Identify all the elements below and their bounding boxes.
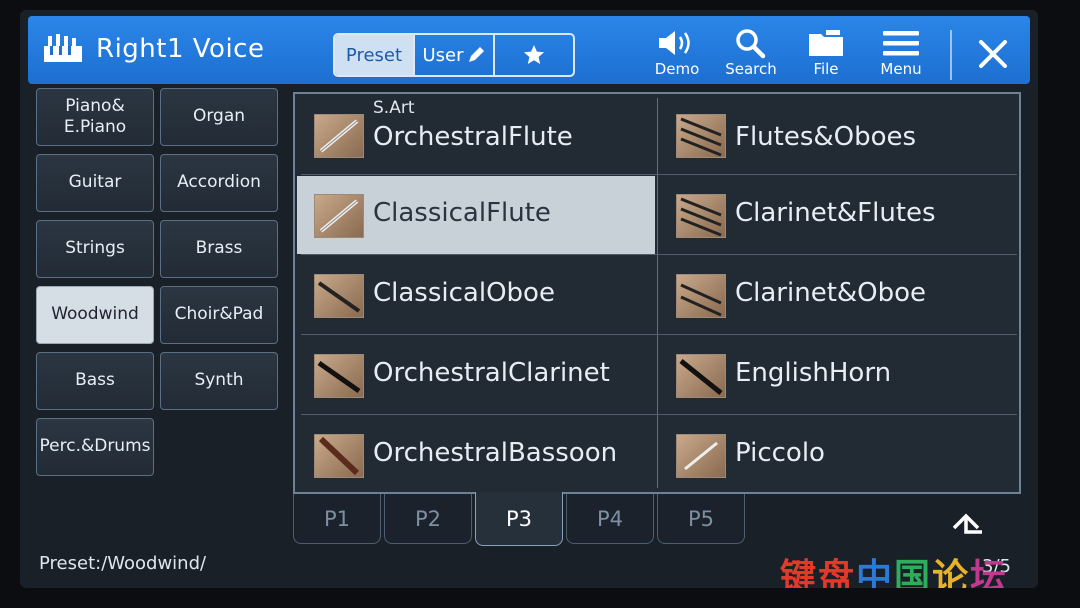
- category-strings[interactable]: Strings: [36, 220, 154, 278]
- file-label: File: [813, 60, 839, 78]
- clarinet-icon: [314, 354, 364, 398]
- category-bass[interactable]: Bass: [36, 352, 154, 410]
- folder-icon: [809, 30, 843, 56]
- voice-item-english-horn[interactable]: EnglishHorn: [659, 336, 1019, 414]
- english-horn-icon: [676, 354, 726, 398]
- watermark-char: 键: [780, 557, 819, 588]
- voice-name: Clarinet&Oboe: [735, 278, 927, 308]
- category-accordion[interactable]: Accordion: [160, 154, 278, 212]
- voice-source-tabs: Preset User: [333, 33, 575, 77]
- demo-button[interactable]: Demo: [642, 26, 712, 84]
- file-button[interactable]: File: [791, 26, 861, 84]
- keyboard-icon: [44, 34, 82, 62]
- row-divider: [301, 414, 1017, 415]
- category-synth[interactable]: Synth: [160, 352, 278, 410]
- voice-item-classical-oboe[interactable]: ClassicalOboe: [297, 256, 655, 334]
- pencil-icon: [468, 47, 484, 62]
- row-divider: [301, 254, 1017, 255]
- tab-preset[interactable]: Preset: [335, 35, 415, 75]
- bassoon-icon: [314, 434, 364, 478]
- voice-item-flutes-oboes[interactable]: Flutes&Oboes: [659, 96, 1019, 174]
- voice-item-orchestral-clarinet[interactable]: OrchestralClarinet: [297, 336, 655, 414]
- page-tab-p5[interactable]: P5: [657, 494, 745, 544]
- tab-user-label: User: [422, 44, 464, 66]
- search-icon: [736, 29, 766, 59]
- close-icon: [979, 40, 1007, 68]
- header-divider: [950, 30, 952, 80]
- page-tabs: P1 P2 P3 P4 P5: [293, 492, 753, 546]
- voice-name: ClassicalOboe: [373, 278, 555, 308]
- voice-item-clarinet-flutes[interactable]: Clarinet&Flutes: [659, 176, 1019, 254]
- demo-label: Demo: [654, 60, 700, 78]
- menu-icon: [883, 31, 919, 56]
- voice-name: OrchestralFlute: [373, 122, 573, 152]
- up-arrow-icon[interactable]: [948, 510, 988, 540]
- oboe-icon: [314, 274, 364, 318]
- woodwinds-icon: [676, 114, 726, 158]
- menu-label: Menu: [880, 60, 922, 78]
- watermark-char: 论: [932, 557, 971, 588]
- column-divider: [657, 98, 658, 488]
- voice-name: EnglishHorn: [735, 358, 892, 388]
- voice-tag: S.Art: [373, 98, 415, 118]
- voice-item-orchestral-flute[interactable]: S.Art OrchestralFlute: [297, 96, 655, 174]
- voice-name: Piccolo: [735, 438, 825, 468]
- flute-icon: [314, 114, 364, 158]
- watermark-char: 坛: [970, 557, 1009, 588]
- tab-user[interactable]: User: [415, 35, 495, 75]
- voice-name: Clarinet&Flutes: [735, 198, 936, 228]
- close-button[interactable]: [968, 32, 1018, 76]
- piccolo-icon: [676, 434, 726, 478]
- search-button[interactable]: Search: [716, 26, 786, 84]
- page-tab-p2[interactable]: P2: [384, 494, 472, 544]
- tab-favorite[interactable]: [495, 35, 573, 75]
- page-title: Right1 Voice: [96, 34, 265, 64]
- voice-name: Flutes&Oboes: [735, 122, 917, 152]
- category-brass[interactable]: Brass: [160, 220, 278, 278]
- watermark-char: 盘: [818, 557, 857, 588]
- voice-list: S.Art OrchestralFlute Flutes&Oboes Class…: [293, 92, 1021, 494]
- category-choir-pad[interactable]: Choir&Pad: [160, 286, 278, 344]
- category-organ[interactable]: Organ: [160, 88, 278, 146]
- voice-name: ClassicalFlute: [373, 198, 551, 228]
- voice-item-orchestral-bassoon[interactable]: OrchestralBassoon: [297, 416, 655, 494]
- voice-name: OrchestralClarinet: [373, 358, 610, 388]
- woodwinds-icon: [676, 274, 726, 318]
- category-woodwind[interactable]: Woodwind: [36, 286, 154, 344]
- star-icon: [524, 45, 544, 64]
- woodwinds-icon: [676, 194, 726, 238]
- watermark-char: 国: [894, 557, 933, 588]
- menu-button[interactable]: Menu: [866, 26, 936, 84]
- voice-screen: Right1 Voice Preset User Demo Search Fil…: [20, 10, 1038, 588]
- category-piano[interactable]: Piano& E.Piano: [36, 88, 154, 146]
- status-path: Preset:/Woodwind/: [39, 553, 207, 574]
- voice-item-classical-flute[interactable]: ClassicalFlute: [297, 176, 655, 254]
- voice-item-piccolo[interactable]: Piccolo: [659, 416, 1019, 494]
- row-divider: [301, 174, 1017, 175]
- voice-name: OrchestralBassoon: [373, 438, 618, 468]
- flute-icon: [314, 194, 364, 238]
- watermark-char: 中: [856, 557, 895, 588]
- header-bar: Right1 Voice Preset User Demo Search Fil…: [28, 16, 1030, 84]
- category-guitar[interactable]: Guitar: [36, 154, 154, 212]
- speaker-icon: [659, 31, 690, 55]
- page-tab-p1[interactable]: P1: [293, 494, 381, 544]
- page-tab-p4[interactable]: P4: [566, 494, 654, 544]
- category-panel: Piano& E.Piano Organ Guitar Accordion St…: [30, 88, 280, 488]
- page-tab-p3[interactable]: P3: [475, 492, 563, 546]
- search-label: Search: [725, 60, 777, 78]
- watermark: 键盘中国论坛: [780, 548, 1008, 588]
- row-divider: [301, 334, 1017, 335]
- voice-item-clarinet-oboe[interactable]: Clarinet&Oboe: [659, 256, 1019, 334]
- category-perc-drums[interactable]: Perc.&Drums: [36, 418, 154, 476]
